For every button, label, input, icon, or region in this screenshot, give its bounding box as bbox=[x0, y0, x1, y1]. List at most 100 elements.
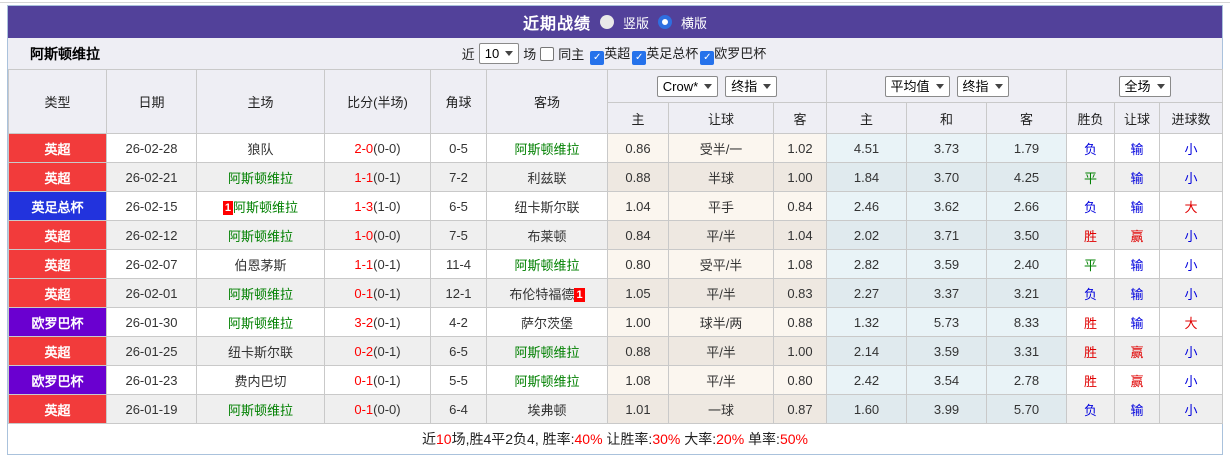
handicap-result-cell: 赢 bbox=[1114, 220, 1161, 250]
odds-type-select-1[interactable]: 终指 bbox=[725, 75, 778, 97]
halftime-score: (1-0) bbox=[373, 198, 401, 214]
halftime-score: (0-0) bbox=[373, 227, 401, 243]
odds-type-select-2[interactable]: 终指 bbox=[956, 75, 1009, 97]
filter-controls: 近 10 场 同主 ✓ 英超 ✓ 英足总杯 ✓ 欧罗巴杯 bbox=[462, 43, 769, 65]
home-team-name: 狼队 bbox=[247, 141, 274, 157]
goals-result-cell: 小 bbox=[1159, 394, 1224, 424]
away-team-cell: 布莱顿 bbox=[486, 220, 608, 250]
handicap-cell: 受平/半 bbox=[668, 249, 774, 279]
fulltime-score: 3-2 bbox=[354, 314, 374, 330]
home-team-cell: 阿斯顿维拉 bbox=[196, 394, 325, 424]
table-row: 英超 26-02-28 狼队 2-0(0-0) 0-5 阿斯顿维拉 0.86 受… bbox=[8, 133, 1224, 163]
away-team-name: 埃弗顿 bbox=[527, 402, 567, 418]
league-filter-checkbox[interactable]: ✓ bbox=[590, 50, 605, 65]
league-badge: 英超 bbox=[8, 336, 107, 366]
odds-company-select[interactable]: Crow* bbox=[656, 75, 719, 97]
goals-result-cell: 小 bbox=[1159, 162, 1224, 192]
avg-draw-cell: 3.54 bbox=[906, 365, 988, 395]
chevron-down-icon bbox=[505, 51, 514, 56]
odds-home-cell: 1.00 bbox=[607, 307, 669, 337]
rank-marker: 1 bbox=[222, 200, 234, 215]
scope-select[interactable]: 全场 bbox=[1118, 75, 1171, 97]
match-count-select[interactable]: 10 bbox=[478, 43, 520, 64]
avg-home-cell: 1.84 bbox=[826, 162, 908, 192]
odds-away-cell: 0.83 bbox=[772, 278, 828, 308]
away-team-name: 布伦特福德 bbox=[509, 286, 575, 302]
result-cell: 负 bbox=[1066, 191, 1116, 221]
horizontal-layout-radio[interactable] bbox=[658, 15, 672, 29]
top-divider bbox=[0, 2, 1230, 3]
vertical-layout-radio[interactable] bbox=[599, 15, 614, 29]
score-cell: 1-0(0-0) bbox=[324, 220, 431, 250]
horizontal-layout-label[interactable]: 横版 bbox=[681, 13, 707, 32]
average-select[interactable]: 平均值 bbox=[884, 75, 950, 97]
date-cell: 26-02-07 bbox=[106, 249, 197, 279]
halftime-score: (0-1) bbox=[373, 372, 401, 388]
league-badge: 英超 bbox=[8, 133, 107, 163]
col-header-away: 客场 bbox=[486, 69, 608, 134]
odds-away-cell: 1.02 bbox=[772, 133, 828, 163]
fulltime-score: 0-2 bbox=[354, 343, 374, 359]
date-cell: 26-01-25 bbox=[106, 336, 197, 366]
score-cell: 3-2(0-1) bbox=[324, 307, 431, 337]
away-team-name: 阿斯顿维拉 bbox=[514, 373, 580, 389]
handicap-cell: 球半/两 bbox=[668, 307, 774, 337]
home-team-name: 纽卡斯尔联 bbox=[227, 344, 293, 360]
chevron-down-icon bbox=[1156, 83, 1165, 89]
league-badge: 英超 bbox=[8, 220, 107, 250]
result-cell: 胜 bbox=[1066, 220, 1116, 250]
result-cell: 负 bbox=[1066, 278, 1116, 308]
filter-bar: 阿斯顿维拉 近 10 场 同主 ✓ 英超 ✓ 英足总杯 ✓ 欧罗巴杯 bbox=[8, 38, 1222, 69]
avg-home-cell: 1.32 bbox=[826, 307, 908, 337]
avg-away-cell: 4.25 bbox=[986, 162, 1068, 192]
avg-home-cell: 4.51 bbox=[826, 133, 908, 163]
handicap-result-cell: 赢 bbox=[1114, 365, 1161, 395]
result-cell: 胜 bbox=[1066, 336, 1116, 366]
handicap-cell: 受半/一 bbox=[668, 133, 774, 163]
away-team-cell: 阿斯顿维拉 bbox=[486, 249, 608, 279]
vertical-layout-label[interactable]: 竖版 bbox=[623, 13, 649, 32]
date-cell: 26-02-28 bbox=[106, 133, 197, 163]
avg-home-cell: 1.60 bbox=[826, 394, 908, 424]
recent-results-panel: 近期战绩 竖版 横版 阿斯顿维拉 近 10 场 同主 ✓ 英超 ✓ 英足总杯 ✓ 欧罗巴杯… bbox=[7, 5, 1224, 455]
league-filter-checkbox[interactable]: ✓ bbox=[632, 50, 647, 65]
home-team-cell: 阿斯顿维拉 bbox=[196, 278, 325, 308]
fulltime-score: 2-0 bbox=[354, 140, 374, 156]
goals-result-cell: 小 bbox=[1159, 249, 1224, 279]
title-bar: 近期战绩 竖版 横版 bbox=[8, 6, 1222, 38]
summary-segment: 40% bbox=[574, 431, 603, 447]
fulltime-score: 1-3 bbox=[354, 198, 374, 214]
avg-away-cell: 2.78 bbox=[986, 365, 1068, 395]
avg-draw-cell: 3.59 bbox=[906, 249, 988, 279]
table-row: 英超 26-02-21 阿斯顿维拉 1-1(0-1) 7-2 利兹联 0.88 … bbox=[8, 162, 1224, 192]
away-team-cell: 阿斯顿维拉 bbox=[486, 365, 608, 395]
result-cell: 胜 bbox=[1066, 365, 1116, 395]
summary-segment: 大率: bbox=[680, 431, 717, 447]
odds-home-cell: 1.08 bbox=[607, 365, 669, 395]
avg-away-cell: 3.31 bbox=[986, 336, 1068, 366]
league-filter-checkbox[interactable]: ✓ bbox=[700, 50, 715, 65]
fulltime-score: 0-1 bbox=[354, 372, 374, 388]
odds-away-cell: 1.00 bbox=[772, 162, 828, 192]
fulltime-score: 1-0 bbox=[354, 227, 374, 243]
table-row: 英超 26-02-01 阿斯顿维拉 0-1(0-1) 12-1 布伦特福德 1 1… bbox=[8, 278, 1224, 308]
away-team-cell: 萨尔茨堡 bbox=[486, 307, 608, 337]
league-badge: 英足总杯 bbox=[8, 191, 107, 221]
avg-away-cell: 8.33 bbox=[986, 307, 1068, 337]
handicap-cell: 平手 bbox=[668, 191, 774, 221]
sub-header-avg-draw: 和 bbox=[906, 102, 988, 134]
same-home-checkbox[interactable] bbox=[540, 46, 555, 61]
corner-cell: 7-5 bbox=[430, 220, 487, 250]
home-team-cell: 阿斯顿维拉 bbox=[196, 220, 325, 250]
col-header-home: 主场 bbox=[196, 69, 325, 134]
halftime-score: (0-1) bbox=[373, 169, 401, 185]
results-table: 类型 日期 主场 比分(半场) 角球 客场 Crow* 终指 平均值 终指 全场… bbox=[8, 69, 1224, 424]
handicap-cell: 平/半 bbox=[668, 278, 774, 308]
league-badge: 欧罗巴杯 bbox=[8, 365, 107, 395]
sub-header-result: 胜负 bbox=[1066, 102, 1116, 134]
avg-draw-cell: 3.59 bbox=[906, 336, 988, 366]
result-cell: 负 bbox=[1066, 133, 1116, 163]
date-cell: 26-02-15 bbox=[106, 191, 197, 221]
odds-away-cell: 1.00 bbox=[772, 336, 828, 366]
handicap-result-cell: 输 bbox=[1114, 394, 1161, 424]
